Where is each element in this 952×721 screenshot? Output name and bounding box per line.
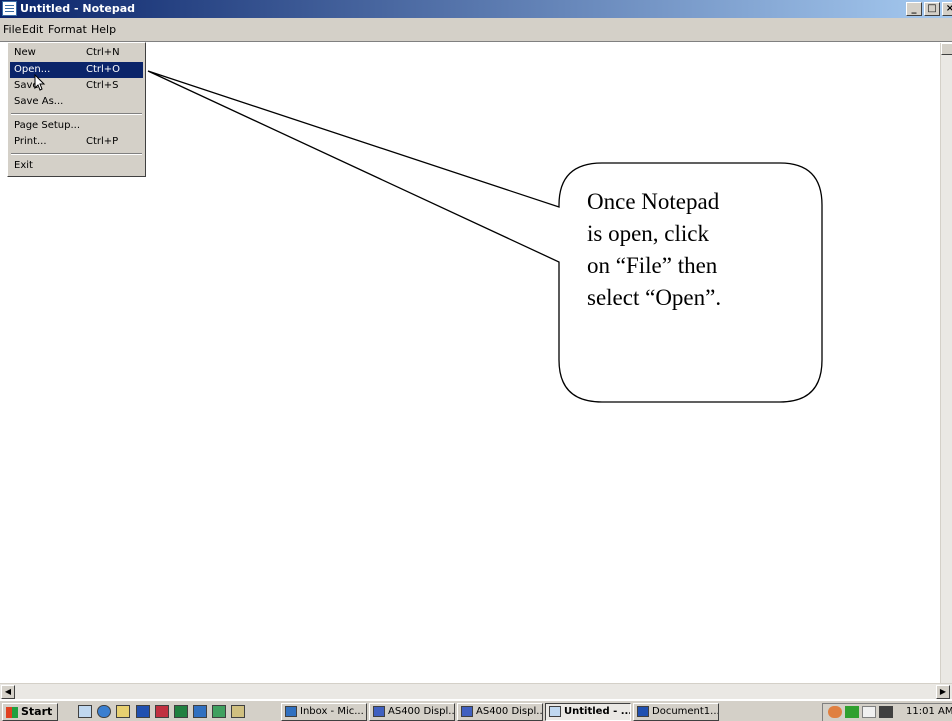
notepad-icon bbox=[2, 1, 17, 16]
ibm-icon bbox=[461, 706, 473, 717]
ibm-icon bbox=[373, 706, 385, 717]
scroll-right-button[interactable]: ▶ bbox=[936, 685, 950, 699]
menu-item-save[interactable]: Save Ctrl+S bbox=[10, 78, 143, 94]
search-icon[interactable] bbox=[116, 705, 130, 718]
file-menu-dropdown: New Ctrl+N Open... Ctrl+O Save Ctrl+S Sa… bbox=[7, 42, 146, 177]
menu-file[interactable]: File bbox=[3, 23, 21, 36]
speaker-icon[interactable] bbox=[828, 706, 842, 718]
scroll-up-button[interactable] bbox=[941, 43, 952, 55]
menu-separator bbox=[11, 113, 142, 115]
taskbar-button-notepad[interactable]: Untitled - ... bbox=[545, 703, 631, 721]
word-icon bbox=[637, 706, 649, 717]
close-button[interactable]: × bbox=[942, 2, 952, 16]
taskbar: Start Inbox - Mic... AS400 Displ... AS40… bbox=[0, 700, 952, 721]
window-title: Untitled - Notepad bbox=[20, 2, 136, 15]
menu-help[interactable]: Help bbox=[91, 23, 116, 36]
menu-format[interactable]: Format bbox=[48, 23, 87, 36]
outlook-icon[interactable] bbox=[193, 705, 207, 718]
maximize-button[interactable]: □ bbox=[924, 2, 940, 16]
access-icon[interactable] bbox=[212, 705, 226, 718]
windows-flag-icon bbox=[6, 707, 18, 718]
taskbar-button-as400-2[interactable]: AS400 Displ... bbox=[457, 703, 543, 721]
clock: 11:01 AM bbox=[906, 706, 952, 717]
outlook-icon bbox=[285, 706, 297, 717]
system-tray: 11:01 AM bbox=[822, 703, 952, 721]
menu-item-print[interactable]: Print... Ctrl+P bbox=[10, 134, 143, 150]
menu-item-open[interactable]: Open... Ctrl+O bbox=[10, 62, 143, 78]
powerpoint-icon[interactable] bbox=[155, 705, 169, 718]
menu-item-new[interactable]: New Ctrl+N bbox=[10, 45, 143, 61]
menu-item-page-setup[interactable]: Page Setup... bbox=[10, 118, 143, 134]
excel-icon[interactable] bbox=[174, 705, 188, 718]
word-icon[interactable] bbox=[136, 705, 150, 718]
antivirus-icon[interactable] bbox=[845, 706, 859, 718]
taskbar-button-as400-1[interactable]: AS400 Displ... bbox=[369, 703, 455, 721]
camera-icon[interactable] bbox=[879, 706, 893, 718]
internet-explorer-icon[interactable] bbox=[97, 705, 111, 718]
menu-item-save-as[interactable]: Save As... bbox=[10, 94, 143, 110]
horizontal-scrollbar[interactable]: ◀ ▶ bbox=[0, 683, 952, 699]
menu-item-exit[interactable]: Exit bbox=[10, 158, 143, 174]
mouse-cursor-icon bbox=[34, 74, 46, 91]
taskbar-button-inbox[interactable]: Inbox - Mic... bbox=[281, 703, 367, 721]
show-desktop-icon[interactable] bbox=[78, 705, 92, 718]
callout-text: Once Notepad is open, click on “File” th… bbox=[587, 189, 722, 310]
notepad-icon bbox=[549, 706, 561, 717]
title-bar: Untitled - Notepad _ □ × bbox=[0, 0, 952, 18]
minimize-button[interactable]: _ bbox=[906, 2, 922, 16]
folder-icon[interactable] bbox=[231, 705, 245, 718]
network-icon[interactable] bbox=[862, 706, 876, 718]
menu-separator bbox=[11, 153, 142, 155]
menu-edit[interactable]: Edit bbox=[22, 23, 43, 36]
start-button[interactable]: Start bbox=[2, 703, 58, 721]
taskbar-button-document1[interactable]: Document1... bbox=[633, 703, 719, 721]
vertical-scrollbar[interactable] bbox=[940, 43, 952, 683]
scroll-left-button[interactable]: ◀ bbox=[1, 685, 15, 699]
menu-bar: File Edit Format Help bbox=[0, 18, 952, 42]
